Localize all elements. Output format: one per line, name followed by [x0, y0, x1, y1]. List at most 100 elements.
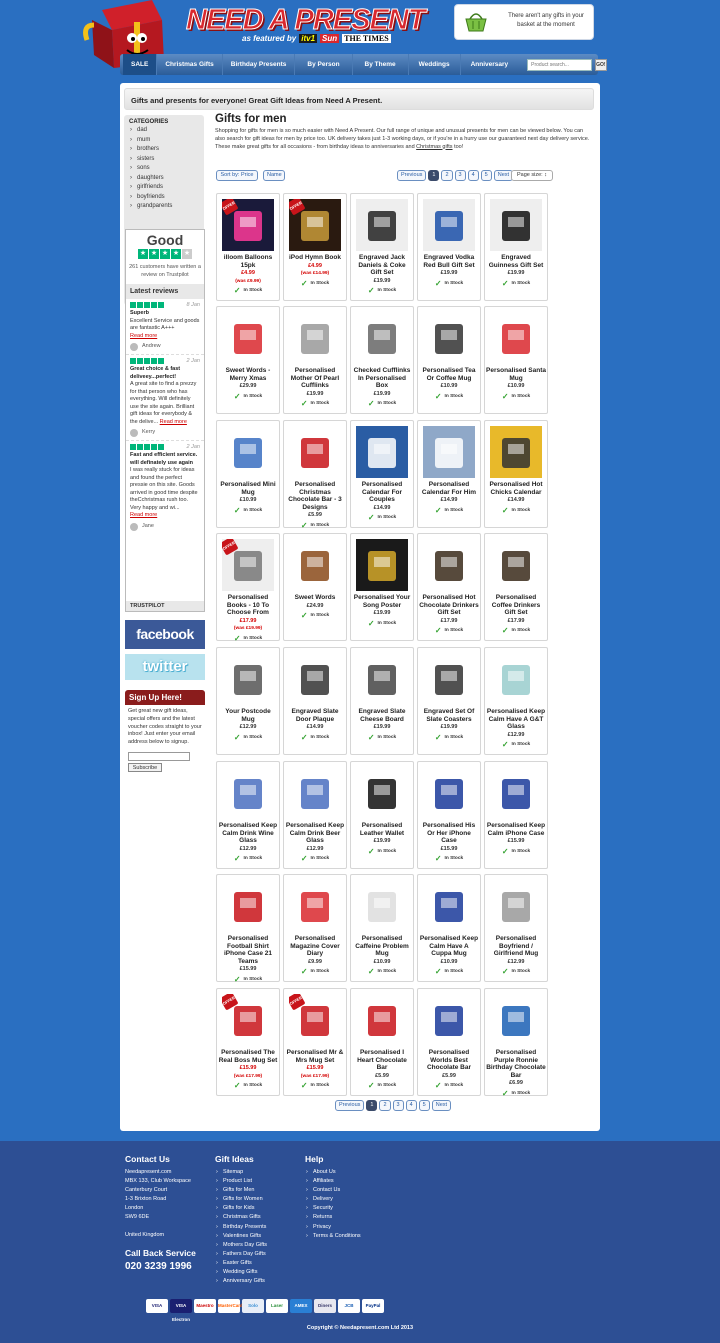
product-name[interactable]: Engraved Guinness Gift Set: [486, 254, 546, 269]
page-4-button[interactable]: 4: [467, 170, 479, 181]
product-name[interactable]: Sweet Words - Merry Xmas: [218, 367, 278, 382]
page-2-button[interactable]: 2: [441, 170, 453, 181]
category-boyfriends[interactable]: boyfriends: [129, 193, 199, 203]
footer-link[interactable]: Terms & Conditions: [305, 1232, 361, 1241]
sort-by-name-button[interactable]: Name: [263, 170, 285, 181]
product-name[interactable]: Personalised Caffeine Problem Mug: [352, 935, 412, 958]
nav-by-theme[interactable]: By Theme: [353, 54, 409, 75]
product-search-input[interactable]: [527, 58, 593, 71]
product-image[interactable]: OFFER: [222, 539, 274, 591]
product-name[interactable]: Your Postcode Mug: [218, 708, 278, 723]
product-image[interactable]: [222, 312, 274, 364]
footer-link[interactable]: Affiliates: [305, 1177, 361, 1186]
product-name[interactable]: Engraved Jack Daniels & Coke Gift Set: [352, 254, 412, 277]
category-sisters[interactable]: sisters: [129, 155, 199, 165]
basket-box[interactable]: There aren't any gifts in your basket at…: [454, 4, 594, 40]
product-name[interactable]: Personalised Hot Chocolate Drinkers Gift…: [419, 594, 479, 617]
product-card[interactable]: Engraved Slate Cheese Board £19.99 ✓ In Sto…: [350, 647, 414, 755]
product-image[interactable]: [289, 653, 341, 705]
product-image[interactable]: [423, 653, 475, 705]
product-image[interactable]: [356, 312, 408, 364]
product-image[interactable]: [423, 994, 475, 1046]
email-field[interactable]: [128, 751, 190, 761]
product-card[interactable]: Personalised Hot Chocolate Drinkers Gift…: [417, 533, 481, 641]
product-image[interactable]: [423, 767, 475, 819]
product-name[interactable]: Personalised Keep Calm Have A Cuppa Mug: [419, 935, 479, 958]
product-card[interactable]: Personalised Leather Wallet £19.99 ✓ In Sto…: [350, 761, 414, 869]
page-2-button[interactable]: 2: [379, 1100, 391, 1111]
footer-link[interactable]: Product List: [215, 1177, 267, 1186]
product-card[interactable]: Engraved Jack Daniels & Coke Gift Set £19…: [350, 193, 414, 301]
product-name[interactable]: Personalised Keep Calm iPhone Case: [486, 822, 546, 837]
product-name[interactable]: Engraved Vodka Red Bull Gift Set: [419, 254, 479, 269]
footer-link[interactable]: Mothers Day Gifts: [215, 1241, 267, 1250]
product-image[interactable]: [423, 312, 475, 364]
product-card[interactable]: Personalised Mini Mug £10.99 ✓ In Stock: [216, 420, 280, 528]
product-name[interactable]: Personalised Mr & Mrs Mug Set: [285, 1049, 345, 1064]
product-card[interactable]: Personalised Purple Ronnie Birthday Choc…: [484, 988, 548, 1097]
search-go-button[interactable]: GO!: [595, 58, 607, 71]
page-size-select[interactable]: Page size: ↕: [511, 170, 553, 181]
product-card[interactable]: Personalised Hot Chicks Calendar £14.99 ✓ I…: [484, 420, 548, 528]
product-name[interactable]: Personalised His Or Her iPhone Case: [419, 822, 479, 845]
product-card[interactable]: Personalised Coffee Drinkers Gift Set £17…: [484, 533, 548, 641]
footer-link[interactable]: Delivery: [305, 1195, 361, 1204]
product-name[interactable]: Personalised Calendar For Couples: [352, 481, 412, 504]
page-5-button[interactable]: 5: [480, 170, 492, 181]
product-name[interactable]: Personalised Leather Wallet: [352, 822, 412, 837]
product-card[interactable]: Your Postcode Mug £12.99 ✓ In Stock: [216, 647, 280, 755]
page-1-button[interactable]: 1: [366, 1100, 378, 1111]
facebook-button[interactable]: facebook: [125, 620, 205, 649]
product-name[interactable]: Personalised Magazine Cover Diary: [285, 935, 345, 958]
product-card[interactable]: Sweet Words - Merry Xmas £29.99 ✓ In Stock: [216, 306, 280, 414]
footer-link[interactable]: Gifts for Men: [215, 1186, 267, 1195]
product-card[interactable]: Checked Cufflinks In Personalised Box £19…: [350, 306, 414, 414]
category-mum[interactable]: mum: [129, 136, 199, 146]
product-name[interactable]: Personalised Santa Mug: [486, 367, 546, 382]
product-card[interactable]: Personalised Boyfriend / Girlfriend Mug £…: [484, 874, 548, 982]
product-card[interactable]: Personalised Calendar For Him £14.99 ✓ In S…: [417, 420, 481, 528]
product-card[interactable]: OFFER illoom Balloons 15pk £4.99 (was £9.99…: [216, 193, 280, 301]
footer-link[interactable]: Fathers Day Gifts: [215, 1250, 267, 1259]
product-name[interactable]: Personalised Tea Or Coffee Mug: [419, 367, 479, 382]
product-name[interactable]: Personalised I Heart Chocolate Bar: [352, 1049, 412, 1072]
product-image[interactable]: [289, 767, 341, 819]
product-image[interactable]: OFFER: [289, 199, 341, 251]
product-card[interactable]: OFFER iPod Hymn Book £4.99 (was £14.99) ✓ In …: [283, 193, 347, 301]
nav-birthday-presents[interactable]: Birthday Presents: [223, 54, 296, 75]
footer-link[interactable]: Christmas Gifts: [215, 1213, 267, 1222]
product-card[interactable]: Engraved Guinness Gift Set £19.99 ✓ In Stoc…: [484, 193, 548, 301]
product-card[interactable]: Personalised Santa Mug £10.99 ✓ In Stock: [484, 306, 548, 414]
product-image[interactable]: [356, 653, 408, 705]
product-name[interactable]: Personalised Football Shirt iPhone Case …: [218, 935, 278, 965]
product-image[interactable]: [289, 312, 341, 364]
product-name[interactable]: Personalised Your Song Poster: [352, 594, 412, 609]
category-daughters[interactable]: daughters: [129, 174, 199, 184]
product-image[interactable]: [356, 767, 408, 819]
twitter-button[interactable]: twitter: [125, 654, 205, 680]
product-image[interactable]: [289, 426, 341, 478]
nav-anniversary[interactable]: Anniversary: [461, 54, 519, 75]
product-name[interactable]: Personalised Mini Mug: [218, 481, 278, 496]
product-card[interactable]: Engraved Slate Door Plaque £14.99 ✓ In Stoc…: [283, 647, 347, 755]
product-card[interactable]: Sweet Words £24.99 ✓ In Stock: [283, 533, 347, 641]
product-name[interactable]: Personalised Christmas Chocolate Bar - 3…: [285, 481, 345, 511]
read-more-link[interactable]: Read more: [160, 419, 187, 425]
page-3-button[interactable]: 3: [454, 170, 466, 181]
product-name[interactable]: iPod Hymn Book: [285, 254, 345, 262]
product-image[interactable]: [356, 199, 408, 251]
footer-link[interactable]: Gifts for Kids: [215, 1204, 267, 1213]
product-card[interactable]: Personalised His Or Her iPhone Case £15.9…: [417, 761, 481, 869]
nav-christmas-gifts[interactable]: Christmas Gifts: [157, 54, 223, 75]
product-name[interactable]: Engraved Set Of Slate Coasters: [419, 708, 479, 723]
product-name[interactable]: Personalised Keep Calm Drink Beer Glass: [285, 822, 345, 845]
product-name[interactable]: Personalised Coffee Drinkers Gift Set: [486, 594, 546, 617]
product-card[interactable]: Personalised Christmas Chocolate Bar - 3…: [283, 420, 347, 529]
product-image[interactable]: [423, 539, 475, 591]
sort-by-price-button[interactable]: Sort by: Price: [216, 170, 258, 181]
product-image[interactable]: [222, 653, 274, 705]
product-card[interactable]: OFFER Personalised The Real Boss Mug Set £…: [216, 988, 280, 1096]
logo-title[interactable]: NEED A PRESENT: [185, 4, 425, 37]
product-image[interactable]: OFFER: [289, 994, 341, 1046]
product-image[interactable]: [490, 199, 542, 251]
